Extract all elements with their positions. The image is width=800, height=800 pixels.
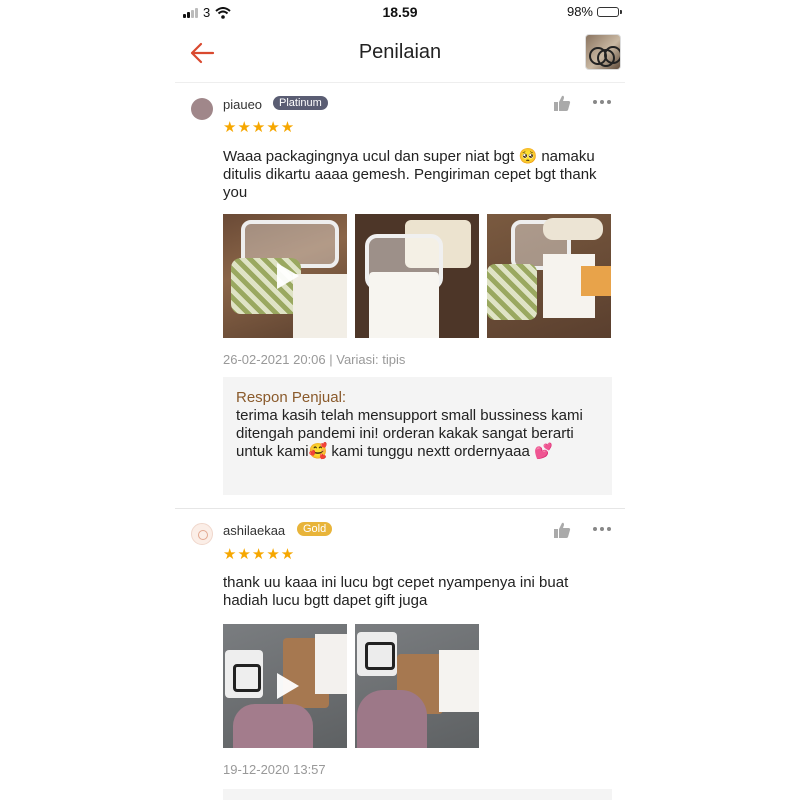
product-thumbnail[interactable] <box>585 34 621 70</box>
status-bar: 3 18.59 98% <box>175 0 625 26</box>
header-bar: Penilaian <box>175 26 625 83</box>
page-title: Penilaian <box>358 41 442 63</box>
review-text: thank uu kaaa ini lucu bgt cepet nyampen… <box>223 574 569 609</box>
avatar[interactable] <box>191 98 213 120</box>
review-video[interactable] <box>223 214 347 338</box>
play-icon[interactable] <box>277 673 299 699</box>
seller-response-title: Respon Penjual: <box>236 389 347 406</box>
seller-response <box>223 789 612 800</box>
member-badge: Platinum <box>273 96 328 110</box>
play-icon[interactable] <box>277 263 299 289</box>
clock: 18.59 <box>382 4 418 20</box>
more-options-icon[interactable] <box>593 527 611 533</box>
battery-percent: 98% <box>566 4 593 19</box>
battery-area: 98% <box>566 4 622 19</box>
divider <box>175 508 625 509</box>
star-rating: ★★★★★ <box>223 119 296 136</box>
review-photo[interactable] <box>355 624 479 748</box>
thumbs-up-icon[interactable] <box>553 94 571 112</box>
review-photo[interactable] <box>355 214 479 338</box>
review-text: Waaa packagingnya ucul dan super niat bg… <box>223 148 597 201</box>
reviewer-name[interactable]: piaueo <box>223 97 262 112</box>
seller-response: Respon Penjual: terima kasih telah mensu… <box>223 377 612 495</box>
thumbs-up-icon[interactable] <box>553 521 571 539</box>
more-options-icon[interactable] <box>593 100 611 106</box>
reviewer-name[interactable]: ashilaekaa <box>223 523 285 538</box>
avatar[interactable] <box>191 523 213 545</box>
review-photo[interactable] <box>487 214 611 338</box>
review-video[interactable] <box>223 624 347 748</box>
phone-screen: 3 18.59 98% Penilaian piaueo Platinum ★★… <box>175 0 625 800</box>
seller-response-text: terima kasih telah mensupport small buss… <box>236 407 583 460</box>
review-date: 19-12-2020 13:57 <box>223 762 326 777</box>
battery-icon <box>597 6 622 17</box>
member-badge: Gold <box>297 522 333 536</box>
review-date-variant: 26-02-2021 20:06 | Variasi: tipis <box>223 352 406 367</box>
star-rating: ★★★★★ <box>223 546 296 563</box>
